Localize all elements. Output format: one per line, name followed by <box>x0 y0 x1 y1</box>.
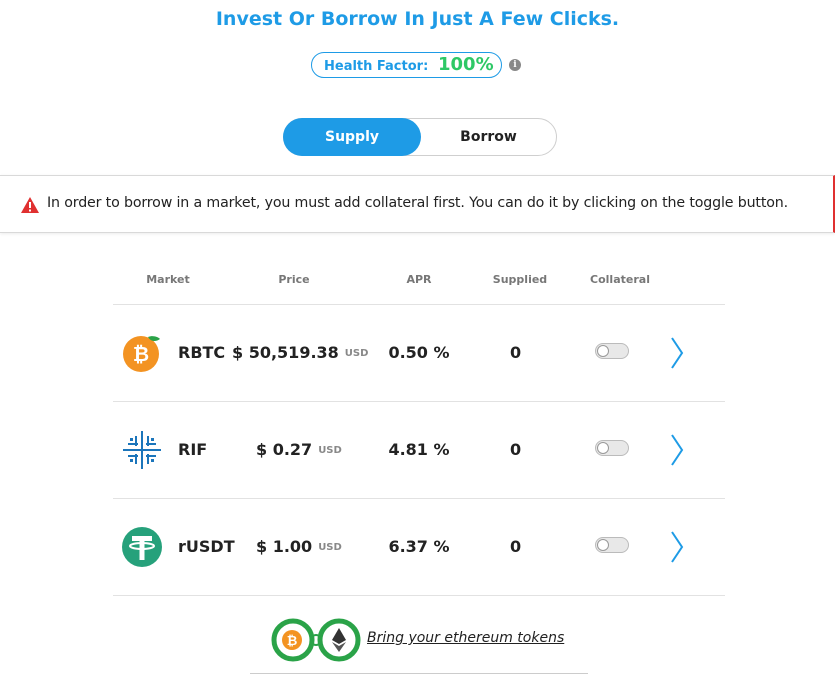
toggle-knob <box>597 442 609 454</box>
bridge-banner: ₿ Bring your ethereum tokens <box>270 618 590 662</box>
bottom-divider <box>250 673 588 674</box>
toggle-knob <box>597 345 609 357</box>
price-value: $ 0.27 <box>256 440 313 459</box>
table-row[interactable]: rUSDT $ 1.00 USD 6.37 % 0 <box>113 499 725 595</box>
table-row[interactable]: RIF $ 0.27 USD 4.81 % 0 <box>113 402 725 498</box>
svg-text:₿: ₿ <box>133 342 149 366</box>
price-value: $ 50,519.38 <box>232 343 339 362</box>
market-symbol: RIF <box>178 440 208 459</box>
warning-icon <box>21 197 39 213</box>
collateral-alert: In order to borrow in a market, you must… <box>0 175 835 233</box>
collateral-toggle[interactable] <box>595 537 629 553</box>
market-supplied: 0 <box>510 343 522 362</box>
price-unit: USD <box>344 348 369 359</box>
tab-supply[interactable]: Supply <box>283 118 421 156</box>
column-header-apr: APR <box>406 273 432 286</box>
table-divider <box>113 595 725 596</box>
apr-value: 4.81 % <box>388 440 450 459</box>
market-price: $ 0.27 USD <box>256 440 342 459</box>
health-factor-value: 100% <box>438 54 494 75</box>
column-header-market: Market <box>146 273 190 286</box>
info-icon[interactable]: i <box>509 59 521 71</box>
rbtc-icon: ₿ <box>123 336 160 372</box>
column-header-supplied: Supplied <box>492 273 548 286</box>
collateral-toggle[interactable] <box>595 343 629 359</box>
column-header-price: Price <box>278 273 310 286</box>
health-factor-badge: Health Factor: 100% <box>311 52 502 78</box>
market-price: $ 50,519.38 USD <box>232 343 368 362</box>
rif-icon <box>123 431 161 469</box>
apr-value: 0.50 % <box>388 343 450 362</box>
market-price: $ 1.00 USD <box>256 537 342 556</box>
alert-message: In order to borrow in a market, you must… <box>47 195 788 211</box>
health-factor-label: Health Factor: <box>324 59 429 74</box>
market-supplied: 0 <box>510 537 522 556</box>
bring-ethereum-tokens-link[interactable]: Bring your ethereum tokens <box>367 630 564 646</box>
market-symbol: rUSDT <box>178 537 235 556</box>
price-unit: USD <box>318 445 342 456</box>
tab-borrow[interactable]: Borrow <box>421 119 556 155</box>
chevron-right-icon[interactable] <box>669 337 685 369</box>
page-headline: Invest Or Borrow In Just A Few Clicks. <box>215 8 620 30</box>
apr-value: 6.37 % <box>388 537 450 556</box>
bridge-logo-icon: ₿ <box>271 618 361 662</box>
toggle-knob <box>597 539 609 551</box>
market-supplied: 0 <box>510 440 522 459</box>
svg-text:₿: ₿ <box>287 634 298 649</box>
chevron-right-icon[interactable] <box>669 434 685 466</box>
supply-borrow-toggle: Supply Borrow <box>283 118 557 156</box>
column-header-collateral: Collateral <box>590 273 650 286</box>
price-value: $ 1.00 <box>256 537 313 556</box>
market-symbol: RBTC <box>178 343 226 362</box>
table-row[interactable]: ₿ RBTC $ 50,519.38 USD 0.50 % 0 <box>113 305 725 401</box>
rusdt-icon <box>122 527 162 567</box>
chevron-right-icon[interactable] <box>669 531 685 563</box>
price-unit: USD <box>318 542 342 553</box>
collateral-toggle[interactable] <box>595 440 629 456</box>
